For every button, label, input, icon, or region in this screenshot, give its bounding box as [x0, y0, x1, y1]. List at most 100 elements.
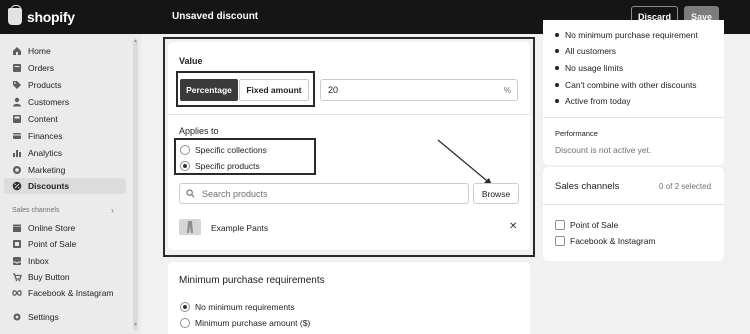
- product-name: Example Pants: [211, 223, 269, 233]
- specific-collections-label: Specific collections: [195, 145, 267, 155]
- point-of-sale-checkbox[interactable]: [555, 220, 565, 230]
- gear-icon: [12, 312, 22, 322]
- sidebar-item-buy-button[interactable]: Buy Button: [12, 270, 70, 284]
- sidebar-item-label: Products: [28, 80, 62, 90]
- summary-detail-text: Can't combine with other discounts: [565, 80, 697, 90]
- sales-channels-count: 0 of 2 selected: [659, 182, 712, 191]
- performance-text: Discount is not active yet.: [555, 145, 652, 155]
- sidebar-item-label: Point of Sale: [28, 239, 77, 249]
- facebook-icon: [12, 288, 22, 298]
- summary-detail-text: No minimum purchase requirement: [565, 30, 698, 40]
- shopify-bag-icon: [8, 5, 22, 25]
- no-minimum-radio[interactable]: [180, 302, 190, 312]
- sidebar-item-label: Home: [28, 46, 51, 56]
- summary-detail: Active from today: [555, 96, 631, 106]
- finances-icon: [12, 131, 22, 141]
- sidebar-item-marketing[interactable]: Marketing: [12, 163, 65, 177]
- marketing-icon: [12, 165, 22, 175]
- analytics-icon: [12, 148, 22, 158]
- summary-detail: No usage limits: [555, 63, 623, 73]
- sidebar-item-label: Discounts: [28, 181, 70, 191]
- sidebar-item-label: Finances: [28, 131, 63, 141]
- no-minimum-label: No minimum requirements: [195, 302, 295, 312]
- inbox-icon: [12, 256, 22, 266]
- bullet-icon: [555, 83, 559, 87]
- sidebar: Home Orders Products Customers Content F…: [0, 34, 141, 334]
- sidebar-item-label: Analytics: [28, 148, 63, 158]
- summary-detail-text: All customers: [565, 46, 617, 56]
- sidebar-item-orders[interactable]: Orders: [12, 61, 54, 75]
- facebook-instagram-checkbox[interactable]: [555, 236, 565, 246]
- shopify-logo[interactable]: shopify: [8, 5, 75, 25]
- sidebar-item-analytics[interactable]: Analytics: [12, 146, 62, 160]
- scroll-up-icon[interactable]: ▲: [133, 38, 138, 44]
- sidebar-item-facebook-instagram[interactable]: Facebook & Instagram: [12, 286, 114, 300]
- summary-card: [543, 20, 724, 165]
- summary-detail-text: Active from today: [565, 96, 631, 106]
- sidebar-item-inbox[interactable]: Inbox: [12, 254, 49, 268]
- browse-button[interactable]: Browse: [473, 183, 519, 204]
- summary-detail: No minimum purchase requirement: [555, 30, 698, 40]
- product-thumbnail: [179, 219, 201, 235]
- bullet-icon: [555, 49, 559, 53]
- sidebar-item-finances[interactable]: Finances: [12, 129, 63, 143]
- sales-channels-title: Sales channels: [555, 181, 620, 192]
- sidebar-item-label: Customers: [28, 97, 70, 107]
- minimum-amount-radio[interactable]: [180, 318, 190, 328]
- page-title: Unsaved discount: [172, 11, 259, 22]
- summary-detail: Can't combine with other discounts: [555, 80, 697, 90]
- sidebar-item-online-store[interactable]: Online Store: [12, 221, 75, 235]
- minimum-requirements-title: Minimum purchase requirements: [179, 275, 325, 286]
- content-icon: [12, 114, 22, 124]
- specific-products-radio[interactable]: [180, 161, 190, 171]
- sidebar-item-label: Content: [28, 114, 58, 124]
- remove-product-icon[interactable]: ✕: [509, 221, 517, 232]
- tag-icon: [12, 80, 22, 90]
- buy-button-icon: [12, 272, 22, 282]
- pos-icon: [12, 239, 22, 249]
- specific-products-label: Specific products: [195, 161, 260, 171]
- person-icon: [12, 97, 22, 107]
- brand-name: shopify: [27, 8, 75, 25]
- percent-suffix: %: [503, 85, 511, 95]
- sidebar-item-products[interactable]: Products: [12, 78, 62, 92]
- summary-detail: All customers: [555, 46, 616, 56]
- minimum-amount-label: Minimum purchase amount ($): [195, 318, 311, 328]
- search-icon: [186, 189, 195, 200]
- store-icon: [12, 223, 22, 233]
- sidebar-item-settings[interactable]: Settings: [12, 310, 59, 324]
- applies-to-title: Applies to: [179, 126, 219, 136]
- discount-icon: [12, 181, 22, 191]
- value-input[interactable]: 20 %: [320, 79, 518, 101]
- search-products-input[interactable]: Search products: [179, 183, 469, 204]
- fixed-amount-button[interactable]: Fixed amount: [239, 79, 309, 101]
- scroll-down-icon[interactable]: ▼: [133, 322, 138, 328]
- sidebar-item-customers[interactable]: Customers: [12, 95, 69, 109]
- sidebar-item-label: Settings: [28, 312, 59, 322]
- sidebar-scrollbar[interactable]: [133, 40, 138, 330]
- bullet-icon: [555, 99, 559, 103]
- sidebar-item-content[interactable]: Content: [12, 112, 58, 126]
- divider: [168, 114, 530, 115]
- sidebar-item-label: Buy Button: [28, 272, 70, 282]
- sidebar-item-label: Marketing: [28, 165, 66, 175]
- search-placeholder: Search products: [202, 188, 268, 199]
- sidebar-item-discounts[interactable]: Discounts: [4, 178, 126, 194]
- specific-collections-radio[interactable]: [180, 145, 190, 155]
- facebook-instagram-label: Facebook & Instagram: [570, 236, 656, 246]
- percentage-button[interactable]: Percentage: [180, 79, 238, 101]
- sidebar-item-point-of-sale[interactable]: Point of Sale: [12, 237, 76, 251]
- bullet-icon: [555, 66, 559, 70]
- performance-title: Performance: [555, 129, 598, 138]
- value-input-text: 20: [328, 85, 339, 95]
- point-of-sale-label: Point of Sale: [570, 220, 619, 230]
- sidebar-item-label: Online Store: [28, 223, 76, 233]
- value-title: Value: [179, 56, 203, 66]
- chevron-right-icon[interactable]: ›: [111, 206, 114, 215]
- sidebar-item-home[interactable]: Home: [12, 44, 51, 58]
- home-icon: [12, 46, 22, 56]
- sales-channels-label: Sales channels: [12, 207, 60, 214]
- orders-icon: [12, 63, 22, 73]
- sidebar-item-label: Orders: [28, 63, 54, 73]
- summary-detail-text: No usage limits: [565, 63, 624, 73]
